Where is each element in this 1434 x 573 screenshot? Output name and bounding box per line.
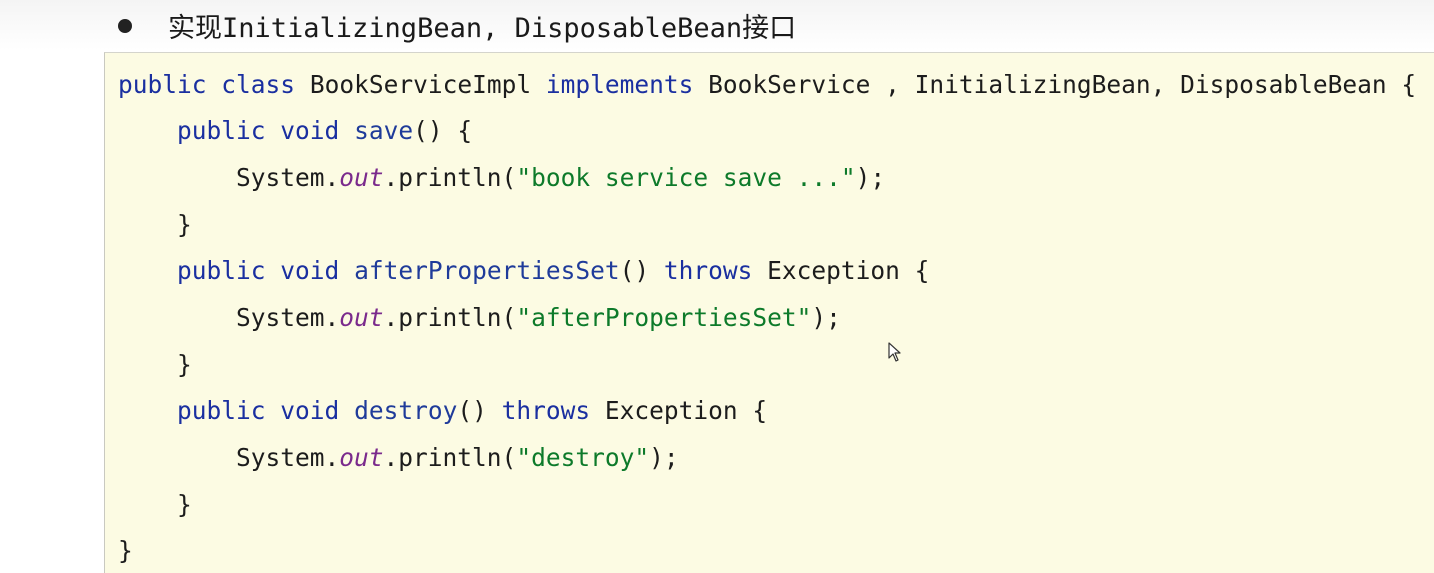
code-token: ); — [811, 303, 841, 332]
code-token: ); — [855, 163, 886, 192]
code-line-6: System.out.println("afterPropertiesSet")… — [118, 303, 841, 333]
code-block[interactable]: public class BookServiceImpl implements … — [104, 52, 1434, 573]
code-line-1: public class BookServiceImpl implements … — [118, 70, 1416, 100]
code-line-4: } — [118, 210, 192, 240]
code-token: void — [280, 116, 340, 145]
bullet-icon — [118, 19, 132, 33]
code-token: public — [177, 256, 266, 285]
code-token: () — [457, 396, 502, 425]
code-token: .println( — [383, 443, 517, 472]
code-line-5: public void afterPropertiesSet() throws … — [118, 256, 929, 286]
code-token: afterPropertiesSet — [354, 256, 620, 285]
code-token: throws — [501, 396, 591, 425]
code-token: BookService , InitializingBean, Disposab… — [708, 70, 1417, 99]
page: 实现InitializingBean, DisposableBean接口 pub… — [0, 0, 1434, 573]
code-token: public — [177, 116, 266, 145]
code-token: System. — [236, 303, 340, 332]
code-line-2: public void save() { — [118, 116, 472, 146]
code-token: class — [221, 70, 296, 99]
code-line-3: System.out.println("book service save ..… — [118, 163, 885, 193]
code-token: } — [177, 350, 192, 379]
code-token: } — [177, 490, 192, 519]
code-token: void — [280, 256, 340, 285]
code-token: System. — [236, 163, 340, 192]
code-token: void — [280, 396, 340, 425]
code-token: out — [339, 303, 384, 332]
code-token: implements — [545, 70, 694, 99]
code-token: System. — [236, 443, 340, 472]
code-line-9: System.out.println("destroy"); — [118, 443, 679, 473]
code-token: public — [177, 396, 266, 425]
code-token: } — [177, 210, 192, 239]
code-token: .println( — [383, 303, 517, 332]
code-token: destroy — [354, 396, 458, 425]
code-token: "afterPropertiesSet" — [516, 303, 812, 332]
code-line-10: } — [118, 490, 192, 520]
code-token: .println( — [383, 163, 517, 192]
code-line-7: } — [118, 350, 192, 380]
heading-text: 实现InitializingBean, DisposableBean接口 — [168, 12, 797, 44]
code-token: Exception { — [590, 396, 768, 425]
code-token: ); — [649, 443, 679, 472]
code-token: "destroy" — [516, 443, 650, 472]
code-token: } — [118, 536, 133, 565]
code-token: Exception { — [752, 256, 930, 285]
section-heading: 实现InitializingBean, DisposableBean接口 — [118, 0, 796, 50]
code-token: BookServiceImpl — [309, 70, 532, 99]
code-line-11: } — [118, 536, 133, 566]
code-line-8: public void destroy() throws Exception { — [118, 396, 767, 426]
code-token: public — [118, 70, 207, 99]
mouse-pointer-icon — [888, 342, 901, 362]
code-token: out — [339, 443, 384, 472]
code-token: save — [354, 116, 414, 145]
code-token: out — [339, 163, 384, 192]
code-token: throws — [663, 256, 753, 285]
code-token: () — [619, 256, 664, 285]
code-token: "book service save ..." — [516, 163, 856, 192]
code-token: () { — [413, 116, 473, 145]
